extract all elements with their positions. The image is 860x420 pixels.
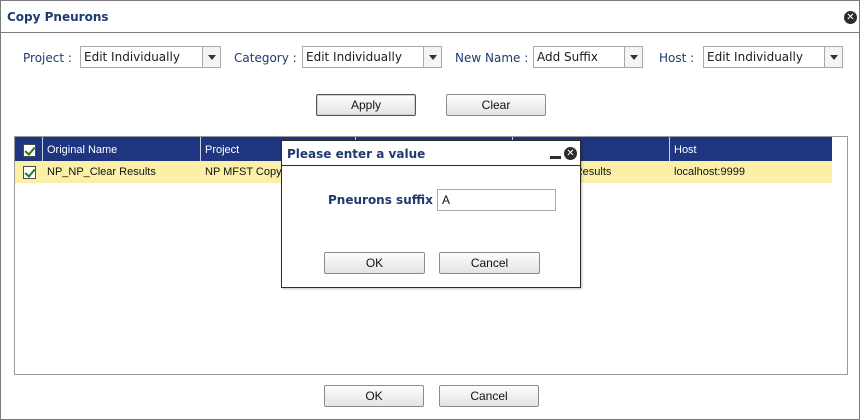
- dialog-titlebar: Please enter a value ✕: [282, 141, 580, 166]
- suffix-label: Pneurons suffix :: [328, 193, 442, 207]
- category-select-value: Edit Individually: [306, 50, 402, 64]
- ok-button[interactable]: OK: [324, 385, 424, 407]
- window-titlebar: Copy Pneurons ✕: [1, 1, 859, 33]
- select-all-checkbox[interactable]: [23, 144, 36, 157]
- column-host[interactable]: Host: [670, 137, 832, 161]
- chevron-down-icon[interactable]: [423, 47, 441, 67]
- new-name-select[interactable]: Add Suffix: [533, 46, 643, 68]
- minimize-icon[interactable]: [550, 156, 561, 159]
- select-all-column: [15, 137, 43, 161]
- dialog-title: Please enter a value: [287, 147, 426, 161]
- chevron-down-icon[interactable]: [624, 47, 642, 67]
- clear-button[interactable]: Clear: [446, 94, 546, 116]
- project-select[interactable]: Edit Individually: [80, 46, 221, 68]
- dialog-cancel-button[interactable]: Cancel: [439, 252, 540, 274]
- copy-pneurons-window: Copy Pneurons ✕ Project : Edit Individua…: [0, 0, 860, 420]
- project-label: Project :: [23, 51, 72, 65]
- row-checkbox[interactable]: [23, 166, 36, 179]
- chevron-down-icon[interactable]: [202, 47, 220, 67]
- apply-button[interactable]: Apply: [316, 94, 416, 116]
- new-name-label: New Name :: [455, 51, 529, 65]
- cell-original-name: NP_NP_Clear Results: [47, 166, 156, 178]
- new-name-select-value: Add Suffix: [537, 50, 598, 64]
- close-icon[interactable]: ✕: [844, 11, 857, 24]
- category-select[interactable]: Edit Individually: [302, 46, 442, 68]
- suffix-input[interactable]: A: [437, 189, 556, 211]
- chevron-down-icon[interactable]: [824, 47, 842, 67]
- cell-host: localhost:9999: [674, 166, 745, 178]
- cancel-button[interactable]: Cancel: [439, 385, 539, 407]
- host-select-value: Edit Individually: [707, 50, 803, 64]
- category-label: Category :: [234, 51, 297, 65]
- close-icon[interactable]: ✕: [564, 147, 577, 160]
- column-original-name[interactable]: Original Name: [43, 137, 201, 161]
- host-select[interactable]: Edit Individually: [703, 46, 843, 68]
- project-select-value: Edit Individually: [84, 50, 180, 64]
- host-label: Host :: [659, 51, 695, 65]
- enter-value-dialog: Please enter a value ✕ Pneurons suffix :…: [281, 140, 581, 288]
- dialog-ok-button[interactable]: OK: [324, 252, 425, 274]
- window-title: Copy Pneurons: [7, 10, 109, 24]
